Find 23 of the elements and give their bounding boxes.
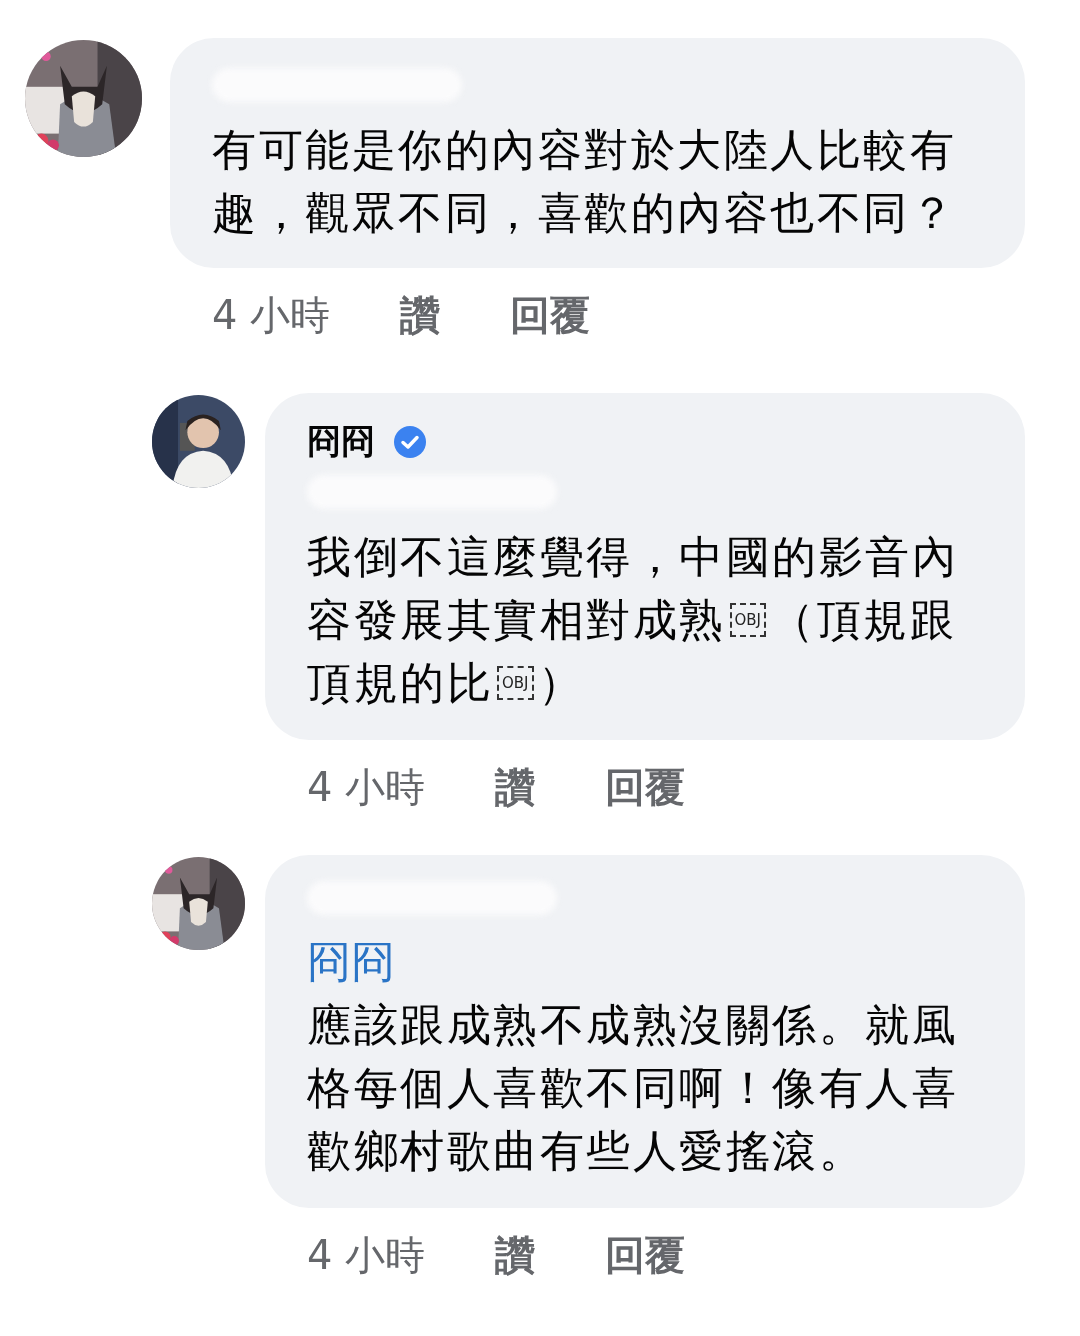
comment-text: （頂規跟: [770, 593, 957, 647]
mention-link[interactable]: 冏冏: [307, 931, 395, 993]
timestamp: 4 小時: [307, 1231, 426, 1280]
timestamp: 4 小時: [307, 763, 426, 812]
reply-button[interactable]: 回覆: [605, 760, 686, 815]
reply-button[interactable]: 回覆: [510, 288, 591, 343]
object-placeholder-field: OBJ: [497, 665, 534, 700]
comment-text: 容發展其實相對成熟: [307, 593, 726, 647]
like-button[interactable]: 讚: [495, 760, 536, 815]
timestamp: 4 小時: [212, 291, 331, 340]
comment-text: 趣，觀眾不同，喜歡的內容也不同？: [212, 186, 956, 240]
comment-text: 頂規的比: [307, 656, 493, 710]
comment-text: 應該跟成熟不成熟沒關係。就風: [307, 998, 958, 1052]
object-placeholder-field: OBJ: [729, 602, 767, 637]
comment-text: 格每個人喜歡不同啊！像有人喜: [307, 1061, 958, 1115]
comment-text: 有可能是你的內容對於大陸人比較有: [212, 123, 956, 177]
author-name[interactable]: 冏冏: [307, 419, 375, 465]
reply-button[interactable]: 回覆: [605, 1228, 686, 1283]
comment-text: ）: [537, 656, 585, 710]
comment-text: 我倒不這麼覺得，中國的影音內: [307, 530, 958, 584]
like-button[interactable]: 讚: [400, 288, 441, 343]
like-button[interactable]: 讚: [495, 1228, 536, 1283]
comment-text: 歡鄉村歌曲有些人愛搖滾。: [307, 1124, 865, 1178]
